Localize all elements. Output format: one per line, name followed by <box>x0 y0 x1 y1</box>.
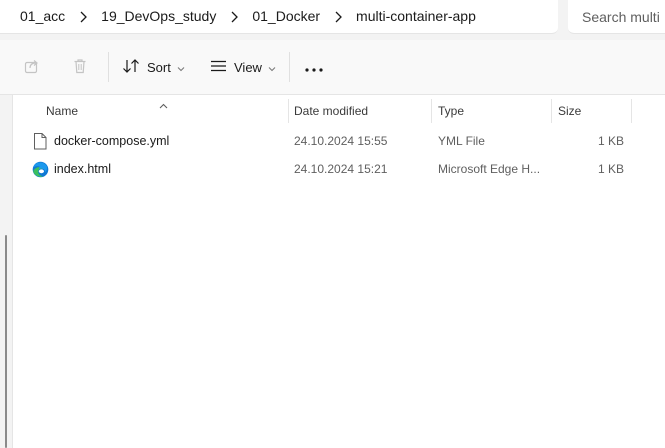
file-list-pane: Name Date modified Type Size docker-comp… <box>0 95 665 448</box>
more-options-button[interactable] <box>302 50 326 84</box>
file-date-modified: 24.10.2024 15:55 <box>294 134 388 148</box>
column-divider[interactable] <box>288 99 289 123</box>
view-list-icon <box>210 59 227 76</box>
file-explorer-window: 01_acc 19_DevOps_study 01_Docker multi-c… <box>0 0 665 448</box>
breadcrumb-01-acc[interactable]: 01_acc <box>20 0 65 33</box>
chevron-right-icon[interactable] <box>326 0 350 33</box>
address-row: 01_acc 19_DevOps_study 01_Docker multi-c… <box>0 0 665 40</box>
file-row-docker-compose[interactable]: docker-compose.yml 24.10.2024 15:55 YML … <box>24 127 632 155</box>
column-header-size[interactable]: Size <box>558 96 581 126</box>
sort-label: Sort <box>147 59 171 75</box>
breadcrumb-current-folder[interactable]: multi-container-app <box>356 0 476 33</box>
file-type: YML File <box>438 134 485 148</box>
breadcrumb-docker[interactable]: 01_Docker <box>252 0 320 33</box>
file-size: 1 KB <box>597 134 624 148</box>
column-header-name[interactable]: Name <box>46 96 78 126</box>
file-size: 1 KB <box>597 162 624 176</box>
edge-icon <box>32 161 49 183</box>
file-row-index-html[interactable]: index.html 24.10.2024 15:21 Microsoft Ed… <box>24 155 632 183</box>
share-icon <box>24 58 40 77</box>
column-divider[interactable] <box>631 99 632 123</box>
command-bar: Sort View <box>0 40 665 95</box>
address-bar[interactable]: 01_acc 19_DevOps_study 01_Docker multi-c… <box>0 0 558 34</box>
breadcrumb-devops-study[interactable]: 19_DevOps_study <box>101 0 216 33</box>
chevron-right-icon[interactable] <box>222 0 246 33</box>
chevron-down-icon <box>177 60 185 75</box>
view-button[interactable]: View <box>210 50 276 84</box>
column-header-date-modified[interactable]: Date modified <box>294 96 368 126</box>
toolbar-divider <box>108 52 109 82</box>
file-type: Microsoft Edge H... <box>438 162 541 176</box>
scrollbar[interactable] <box>5 235 7 448</box>
delete-button[interactable] <box>68 50 92 84</box>
column-header-type[interactable]: Type <box>438 96 464 126</box>
search-input[interactable]: Search multi <box>568 0 665 34</box>
sort-icon <box>122 58 140 77</box>
share-button[interactable] <box>20 50 44 84</box>
chevron-right-icon[interactable] <box>71 0 95 33</box>
trash-icon <box>72 58 88 77</box>
file-date-modified: 24.10.2024 15:21 <box>294 162 388 176</box>
file-name: index.html <box>54 162 111 176</box>
navigation-pane-edge <box>0 95 13 448</box>
file-name: docker-compose.yml <box>54 134 170 148</box>
search-placeholder: Search multi <box>582 8 660 25</box>
column-divider[interactable] <box>551 99 552 123</box>
more-icon <box>305 60 323 75</box>
view-label: View <box>234 59 262 75</box>
sort-ascending-icon <box>159 96 168 114</box>
chevron-down-icon <box>268 60 276 75</box>
sort-button[interactable]: Sort <box>122 50 185 84</box>
column-divider[interactable] <box>431 99 432 123</box>
toolbar-divider <box>289 52 290 82</box>
document-icon <box>33 133 47 155</box>
